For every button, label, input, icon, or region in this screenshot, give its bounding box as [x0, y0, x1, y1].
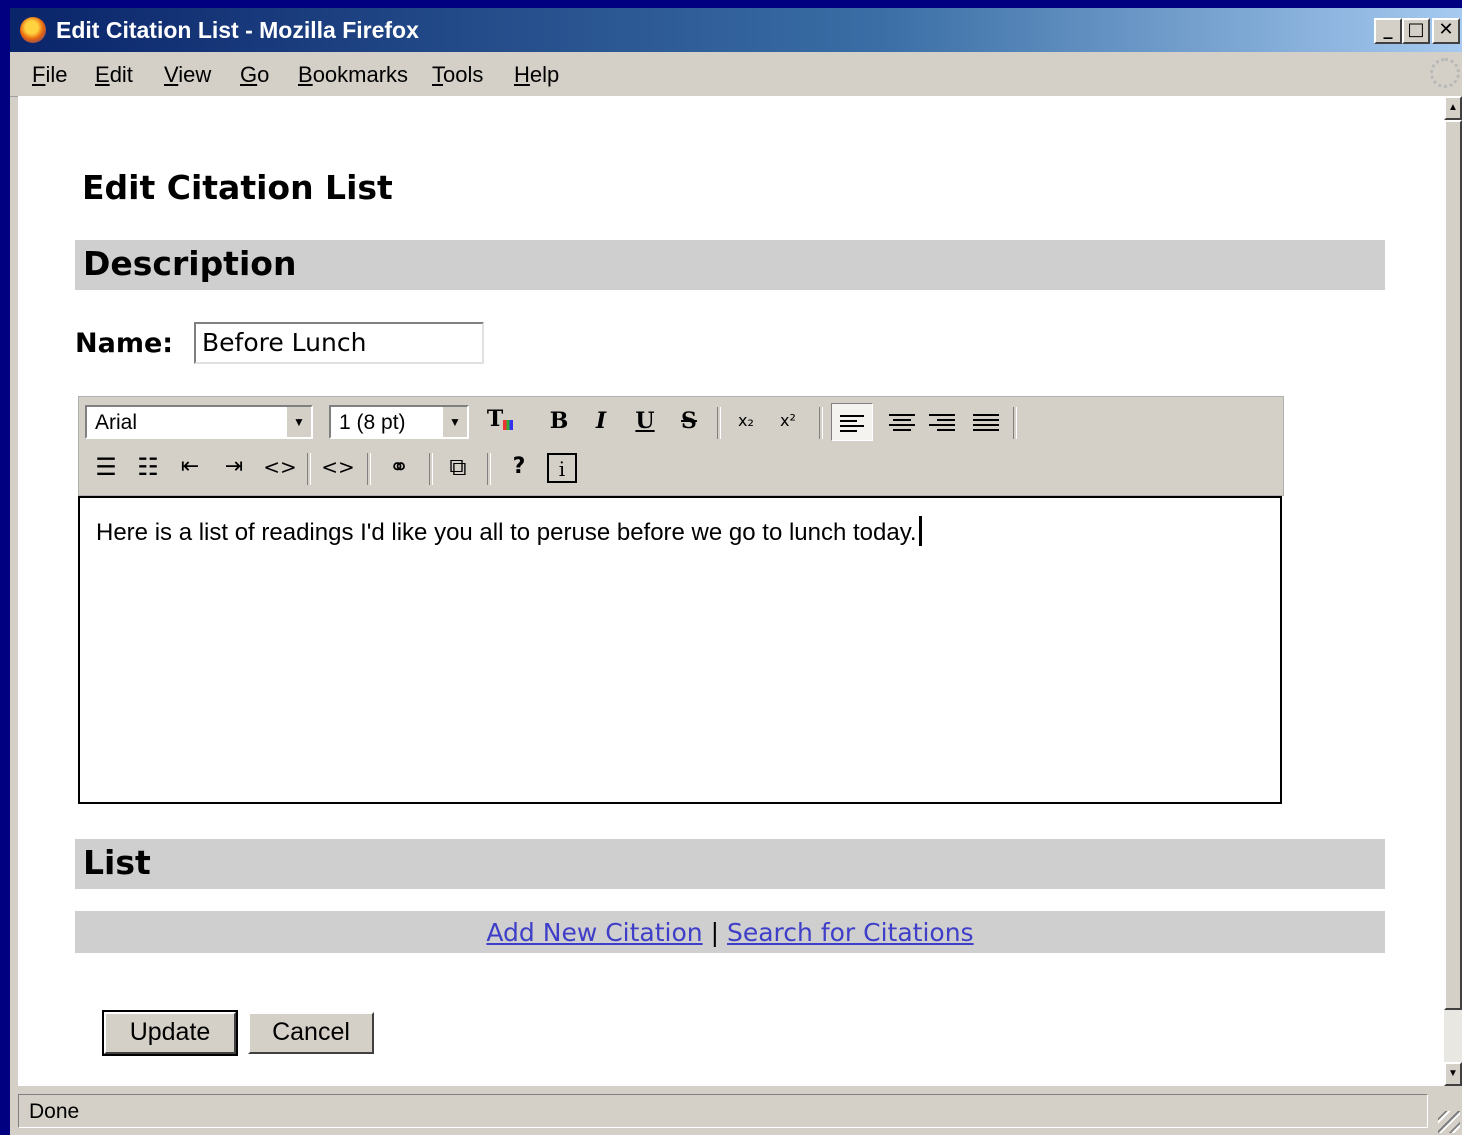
italic-button[interactable]: I — [587, 405, 615, 437]
editor-text-area[interactable]: Here is a list of readings I'd like you … — [78, 496, 1282, 804]
menu-tools[interactable]: Tools — [432, 62, 483, 88]
close-button[interactable]: ✕ — [1432, 18, 1460, 44]
indent-icon[interactable]: ⇥ — [217, 451, 251, 483]
firefox-logo-icon — [20, 17, 46, 43]
cancel-button[interactable]: Cancel — [248, 1012, 374, 1054]
scroll-up-arrow-icon[interactable]: ▲ — [1444, 96, 1462, 120]
ordered-list-icon[interactable]: ☰ — [89, 451, 123, 483]
chevron-down-icon: ▼ — [285, 407, 311, 437]
menu-view[interactable]: View — [164, 62, 211, 88]
search-citations-link[interactable]: Search for Citations — [727, 918, 974, 947]
toolbar-separator — [819, 407, 823, 439]
scroll-down-arrow-icon[interactable]: ▼ — [1444, 1062, 1462, 1086]
minimize-button[interactable]: _ — [1374, 18, 1402, 44]
citation-actions-bar: Add New Citation | Search for Citations — [75, 911, 1385, 953]
color-swatch — [503, 420, 514, 430]
text-color-glyph: T — [486, 406, 504, 432]
throbber-icon — [1430, 58, 1460, 88]
underline-button[interactable]: U — [631, 405, 659, 437]
menu-go[interactable]: Go — [240, 62, 269, 88]
link-icon[interactable]: ⚭ — [381, 451, 417, 483]
editor-toolbar: Arial ▼ 1 (8 pt) ▼ T B I U S x₂ x² ☰ ☷ ⇤… — [78, 396, 1284, 496]
align-center-icon — [889, 411, 915, 434]
vertical-scrollbar[interactable]: ▲ ▼ — [1444, 96, 1462, 1086]
description-section-bar: Description — [75, 240, 1385, 290]
font-size-select[interactable]: 1 (8 pt) ▼ — [329, 405, 469, 439]
rich-text-editor: Arial ▼ 1 (8 pt) ▼ T B I U S x₂ x² ☰ ☷ ⇤… — [78, 396, 1284, 814]
text-color-icon[interactable]: T — [483, 403, 517, 435]
add-new-citation-link[interactable]: Add New Citation — [486, 918, 702, 947]
firefox-window: Edit Citation List - Mozilla Firefox _ □… — [10, 8, 1462, 1135]
menu-edit[interactable]: Edit — [95, 62, 133, 88]
page-title: Edit Citation List — [82, 168, 393, 207]
status-bar: Done — [10, 1090, 1462, 1135]
bold-button[interactable]: B — [545, 405, 573, 437]
help-icon[interactable]: ? — [505, 451, 533, 483]
toolbar-separator — [367, 453, 371, 485]
align-left-icon — [840, 412, 864, 435]
text-caret — [918, 516, 922, 546]
scroll-thumb[interactable] — [1444, 120, 1462, 1010]
name-input[interactable]: Before Lunch — [194, 322, 484, 364]
description-heading: Description — [83, 244, 297, 283]
list-heading: List — [83, 843, 151, 882]
popup-icon[interactable]: ⧉ — [441, 451, 475, 483]
menu-help[interactable]: Help — [514, 62, 559, 88]
editor-content: Here is a list of readings I'd like you … — [96, 516, 922, 547]
toolbar-separator — [717, 407, 721, 439]
page-content: Edit Citation List Description Name: Bef… — [18, 96, 1444, 1086]
menu-bar: File Edit View Go Bookmarks Tools Help — [10, 52, 1462, 97]
update-button[interactable]: Update — [102, 1010, 238, 1056]
superscript-button[interactable]: x² — [773, 405, 803, 437]
html-source-icon[interactable]: <> — [321, 451, 355, 483]
toolbar-separator — [1013, 407, 1017, 439]
toolbar-separator — [429, 453, 433, 485]
align-right-button[interactable] — [925, 405, 959, 437]
unordered-list-icon[interactable]: ☷ — [131, 451, 165, 483]
toolbar-separator — [487, 453, 491, 485]
justify-button[interactable] — [969, 405, 1003, 437]
align-left-button[interactable] — [831, 403, 873, 441]
chevron-down-icon: ▼ — [441, 407, 467, 437]
toolbar-separator — [307, 453, 311, 485]
window-title: Edit Citation List - Mozilla Firefox — [56, 17, 419, 43]
title-bar[interactable]: Edit Citation List - Mozilla Firefox _ □… — [10, 8, 1462, 52]
outdent-icon[interactable]: ⇤ — [173, 451, 207, 483]
status-text: Done — [18, 1094, 1428, 1128]
name-label: Name: — [75, 328, 174, 359]
link-separator: | — [710, 918, 720, 947]
info-icon[interactable]: i — [547, 453, 577, 483]
font-size-value: 1 (8 pt) — [339, 411, 406, 434]
font-family-value: Arial — [95, 411, 138, 434]
menu-file[interactable]: File — [32, 62, 67, 88]
menu-bookmarks[interactable]: Bookmarks — [298, 62, 408, 88]
list-section-bar: List — [75, 839, 1385, 889]
align-center-button[interactable] — [885, 405, 919, 437]
html-source-icon[interactable]: <> — [263, 451, 297, 483]
editor-content-text: Here is a list of readings I'd like you … — [96, 519, 917, 546]
align-right-icon — [929, 411, 955, 434]
subscript-button[interactable]: x₂ — [731, 405, 761, 437]
font-family-select[interactable]: Arial ▼ — [85, 405, 313, 439]
strikethrough-button[interactable]: S — [675, 405, 703, 437]
justify-icon — [973, 411, 999, 434]
maximize-button[interactable]: □ — [1402, 18, 1430, 44]
resize-grip-icon[interactable] — [1438, 1111, 1460, 1133]
